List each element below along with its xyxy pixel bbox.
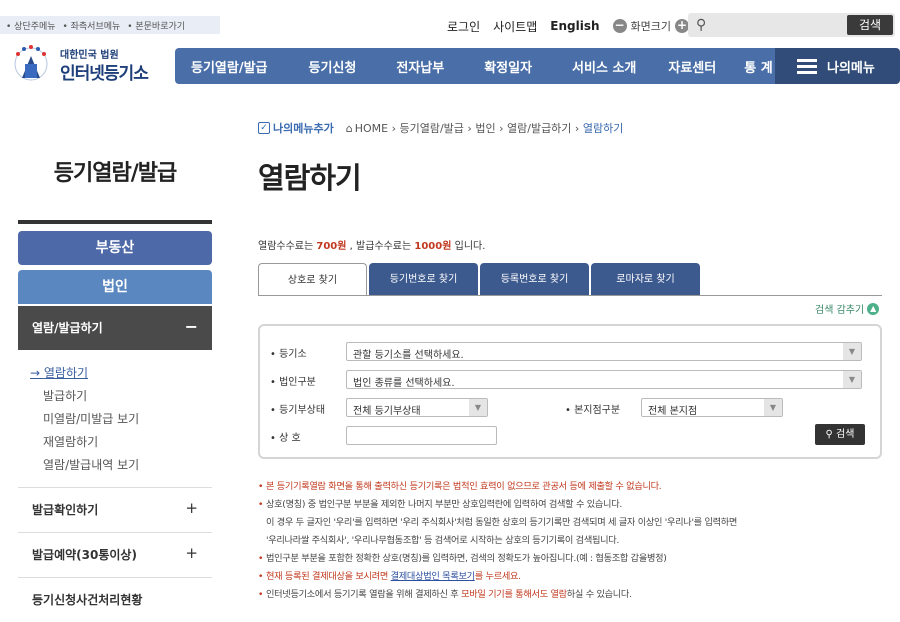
zoom-control: − 화면크기 +	[612, 18, 690, 34]
lnb-sub-view[interactable]: → 열람하기	[30, 364, 88, 381]
breadcrumb-view-issue[interactable]: 등기열람/발급	[400, 120, 464, 136]
hamburger-icon	[797, 56, 817, 77]
notice-item: • 인터넷등기소에서 등기기록 열람을 위해 결제하신 후 모바일 기기를 통해서…	[258, 589, 632, 600]
skip-link-top[interactable]: • 상단주메뉴	[6, 22, 56, 32]
tab-by-registration-number[interactable]: 등록번호로 찾기	[480, 263, 589, 296]
logo-line2: 인터넷등기소	[60, 64, 149, 84]
status-label: • 등기부상태	[270, 405, 326, 416]
add-my-menu-button[interactable]: ✓ 나의메뉴추가	[258, 120, 334, 136]
corp-type-select[interactable]: 법인 종류를 선택하세요. ▼	[346, 370, 862, 389]
page-title: 열람하기	[258, 161, 362, 195]
gnb-item-stats[interactable]: 통 계	[744, 57, 772, 76]
search-icon: ⚲	[825, 429, 833, 440]
sitemap-link[interactable]: 사이트맵	[493, 18, 537, 35]
lnb-divider	[18, 220, 212, 224]
lnb-group-label: 열람/발급하기	[32, 321, 103, 335]
search-input[interactable]	[716, 16, 841, 34]
lnb-group-reserve[interactable]: 발급예약(30통이상) +	[18, 532, 212, 576]
status-select[interactable]: 전체 등기부상태 ▼	[346, 398, 488, 417]
home-icon: ⌂	[345, 121, 353, 135]
english-link[interactable]: English	[550, 19, 599, 33]
corp-type-label: • 법인구분	[270, 377, 316, 388]
zoom-label: 화면크기	[630, 20, 672, 33]
registry-label: • 등기소	[270, 349, 307, 360]
tab-by-roman[interactable]: 로마자로 찾기	[591, 263, 700, 296]
gnb-item-payment[interactable]: 전자납부	[396, 57, 444, 76]
zoom-in-icon[interactable]: +	[675, 19, 690, 33]
gnb-item-data[interactable]: 자료센터	[668, 57, 716, 76]
site-logo[interactable]: 대한민국 법원 인터넷등기소	[8, 40, 168, 90]
notice-item: • 현재 등록된 결제대상을 보시려면 결제대상법인 목록보기를 누르세요.	[258, 571, 521, 582]
form-search-button[interactable]: ⚲ 검색	[815, 424, 865, 445]
breadcrumb-corp[interactable]: 법인	[475, 120, 495, 136]
fee-info: 열람수수료는 700원 , 발급수수료는 1000원 입니다.	[258, 241, 486, 252]
notice-list: • 본 등기기록열람 화면을 통해 출력하신 등기기록은 법적인 효력이 없으므로…	[258, 478, 888, 604]
breadcrumb-current: 열람하기	[582, 122, 624, 135]
chevron-up-icon: ▲	[867, 302, 880, 315]
breadcrumb: ✓ 나의메뉴추가 ⌂ HOME › 등기열람/발급 › 법인 › 열람/발급하기 …	[258, 120, 623, 136]
notice-item-cont: 이 경우 두 글자인 '우리'를 입력하면 '우리 주식회사'처럼 동일한 상호…	[266, 517, 738, 528]
lnb-group-view-issue[interactable]: 열람/발급하기 −	[18, 306, 212, 350]
expand-icon: +	[185, 544, 198, 562]
search-button[interactable]: 검색	[847, 15, 893, 35]
notice-item: • 상호(명칭) 중 법인구분 부분을 제외한 나머지 부분만 상호입력란에 입력…	[258, 499, 622, 510]
skip-link-content[interactable]: • 본문바로가기	[127, 22, 185, 32]
payment-corp-list-link[interactable]: 결제대상법인 목록보기	[391, 571, 475, 582]
lnb-sub-history[interactable]: 열람/발급내역 보기	[43, 456, 139, 473]
branch-select[interactable]: 전체 본지점 ▼	[641, 398, 783, 417]
branch-label: • 본지점구분	[565, 405, 621, 416]
lnb-realestate-button[interactable]: 부동산	[18, 231, 212, 265]
search-tabs: 상호로 찾기 등기번호로 찾기 등록번호로 찾기 로마자로 찾기	[258, 263, 702, 296]
check-icon: ✓	[258, 122, 270, 134]
login-link[interactable]: 로그인	[447, 18, 480, 35]
tab-by-reg-number[interactable]: 등기번호로 찾기	[369, 263, 478, 296]
breadcrumb-home[interactable]: HOME	[355, 122, 388, 135]
notice-item-cont: '우리나라쌀 주식회사', '우리나무협동조합' 등 검색어로 시작하는 상호의…	[266, 535, 620, 546]
main-nav: 등기열람/발급 등기신청 전자납부 확정일자 서비스 소개 자료센터 통 계	[175, 48, 775, 84]
lnb-title: 등기열람/발급	[53, 161, 177, 186]
chevron-down-icon: ▼	[469, 399, 487, 416]
name-label: • 상 호	[270, 433, 301, 444]
chevron-down-icon: ▼	[843, 371, 861, 388]
lnb-group-status[interactable]: 등기신청사건처리현황	[18, 577, 212, 621]
lnb-sub-issue[interactable]: 발급하기	[43, 387, 87, 404]
my-menu-label: 나의메뉴	[827, 60, 875, 76]
search-icon: ⚲	[696, 17, 707, 33]
gnb-item-service[interactable]: 서비스 소개	[572, 57, 636, 76]
gnb-item-apply[interactable]: 등기신청	[309, 57, 357, 76]
company-name-input[interactable]	[346, 426, 497, 445]
chevron-down-icon: ▼	[764, 399, 782, 416]
tab-underline	[258, 295, 882, 296]
site-search: ⚲ 검색	[688, 13, 895, 37]
top-utility: 로그인 사이트맵 English − 화면크기 +	[447, 16, 690, 36]
notice-item: • 법인구분 부분을 포함한 정확한 상호(명칭)를 입력하면, 검색의 정확도가…	[258, 553, 667, 564]
notice-item: • 본 등기기록열람 화면을 통해 출력하신 등기기록은 법적인 효력이 없으므로…	[258, 481, 662, 492]
chevron-down-icon: ▼	[843, 343, 861, 360]
expand-icon: +	[185, 499, 198, 517]
gnb-item-view-issue[interactable]: 등기열람/발급	[191, 57, 268, 76]
hide-search-toggle[interactable]: 검색 감추기 ▲	[815, 301, 880, 316]
breadcrumb-group[interactable]: 열람/발급하기	[507, 120, 571, 136]
collapse-icon: −	[184, 317, 198, 336]
skip-links: • 상단주메뉴 • 좌측서브메뉴 • 본문바로가기	[0, 16, 220, 34]
lnb-sub-unviewed[interactable]: 미열람/미발급 보기	[43, 410, 139, 427]
gnb-item-fixed-date[interactable]: 확정일자	[484, 57, 532, 76]
tab-by-name[interactable]: 상호로 찾기	[258, 263, 367, 296]
court-emblem-icon	[14, 45, 48, 81]
zoom-out-icon[interactable]: −	[612, 19, 627, 33]
skip-link-left[interactable]: • 좌측서브메뉴	[62, 22, 120, 32]
registry-select[interactable]: 관할 등기소를 선택하세요. ▼	[346, 342, 862, 361]
lnb-group-confirm[interactable]: 발급확인하기 +	[18, 487, 212, 531]
lnb-sub-review[interactable]: 재열람하기	[43, 433, 98, 450]
lnb-corp-button[interactable]: 법인	[18, 270, 212, 304]
my-menu-button[interactable]: 나의메뉴	[775, 48, 900, 84]
